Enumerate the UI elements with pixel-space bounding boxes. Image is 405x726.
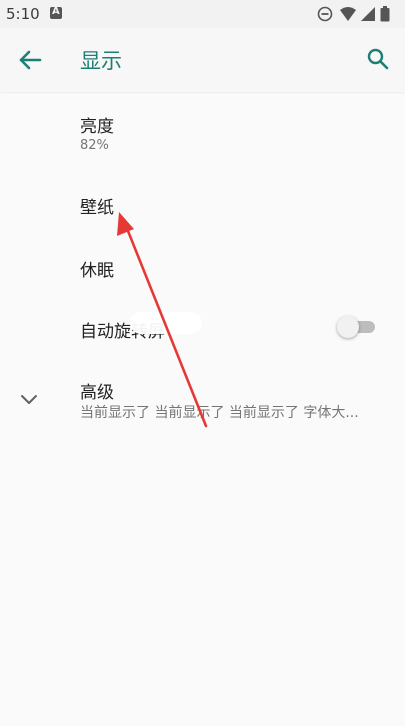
- annotation-arrow: [117, 212, 208, 428]
